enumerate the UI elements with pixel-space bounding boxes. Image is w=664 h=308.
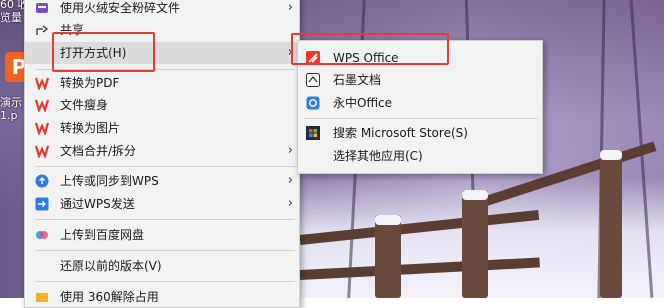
menu-item-label: 文件瘦身 bbox=[60, 98, 109, 112]
menu-item-label: 使用火绒安全粉碎文件 bbox=[60, 1, 181, 15]
menu-separator bbox=[304, 118, 538, 119]
menu-item-file-slim[interactable]: 文件瘦身 bbox=[25, 94, 299, 116]
menu-item-label: 通过WPS发送 bbox=[60, 197, 135, 211]
chevron-right-icon: › bbox=[287, 173, 293, 188]
fence-post bbox=[462, 190, 488, 298]
microsoft-store-icon bbox=[306, 126, 320, 140]
menu-separator bbox=[35, 250, 295, 251]
360-unlock-icon bbox=[35, 290, 49, 304]
shimo-docs-icon bbox=[306, 73, 320, 87]
menu-item-upload-sync-wps[interactable]: 上传或同步到WPS › bbox=[25, 170, 299, 192]
menu-item-label: 文档合并/拆分 bbox=[60, 144, 137, 158]
menu-item-label: 共享 bbox=[60, 23, 85, 37]
fence-post bbox=[600, 150, 622, 298]
menu-item-label: 转换为PDF bbox=[60, 76, 120, 90]
menu-item-send-via-wps[interactable]: 通过WPS发送 › bbox=[25, 193, 299, 215]
menu-item-label: 选择其他应用(C) bbox=[333, 149, 423, 163]
menu-item-label: WPS Office bbox=[333, 51, 399, 65]
menu-separator bbox=[35, 219, 295, 220]
menu-item-label: 打开方式(H) bbox=[60, 46, 127, 60]
menu-item-merge-split[interactable]: 文档合并/拆分 › bbox=[25, 140, 299, 162]
share-icon bbox=[35, 23, 49, 37]
menu-item-open-with[interactable]: 打开方式(H) › bbox=[25, 42, 299, 64]
menu-item-label: 永中Office bbox=[333, 96, 393, 110]
open-with-choose-other[interactable]: 选择其他应用(C) bbox=[298, 145, 542, 167]
cloud-upload-icon bbox=[35, 174, 49, 188]
menu-item-label: 还原以前的版本(V) bbox=[60, 259, 162, 273]
menu-item-restore-previous[interactable]: 还原以前的版本(V) bbox=[25, 255, 299, 277]
context-menu: 使用火绒安全粉碎文件 › 共享 打开方式(H) › 转换为PDF 文件瘦身 转换… bbox=[24, 0, 300, 308]
menu-item-label: 石墨文档 bbox=[333, 73, 382, 87]
wps-office-icon bbox=[306, 51, 320, 65]
menu-separator bbox=[35, 166, 295, 167]
wps-icon bbox=[35, 98, 49, 112]
fence-post bbox=[375, 215, 401, 298]
baidu-netdisk-icon bbox=[35, 228, 49, 242]
wps-icon bbox=[35, 76, 49, 90]
menu-item-upload-baidu[interactable]: 上传到百度网盘 bbox=[25, 224, 299, 246]
chevron-right-icon: › bbox=[287, 196, 293, 211]
chevron-right-icon: › bbox=[287, 45, 293, 60]
menu-item-label: 使用 360解除占用 bbox=[60, 290, 159, 304]
huorong-shred-icon bbox=[35, 1, 49, 15]
menu-item-label: 上传或同步到WPS bbox=[60, 174, 159, 188]
send-arrow-icon bbox=[35, 197, 49, 211]
desktop-icon-label: 60 收 览量 bbox=[0, 0, 29, 24]
desktop-icon-label: 演示 1.p bbox=[0, 96, 22, 122]
chevron-right-icon: › bbox=[287, 143, 293, 158]
open-with-submenu: WPS Office 石墨文档 永中Office 搜索 Microsoft St… bbox=[297, 40, 543, 174]
menu-item-convert-pdf[interactable]: 转换为PDF bbox=[25, 72, 299, 94]
menu-item-convert-image[interactable]: 转换为图片 bbox=[25, 117, 299, 139]
chevron-right-icon: › bbox=[287, 0, 293, 15]
open-with-yozo-office[interactable]: 永中Office bbox=[298, 92, 542, 114]
menu-separator bbox=[35, 69, 295, 70]
menu-item-label: 转换为图片 bbox=[60, 121, 121, 135]
menu-item-label: 搜索 Microsoft Store(S) bbox=[333, 126, 468, 140]
open-with-wps-office[interactable]: WPS Office bbox=[298, 47, 542, 69]
open-with-shimo[interactable]: 石墨文档 bbox=[298, 69, 542, 91]
menu-item-huorong-shred[interactable]: 使用火绒安全粉碎文件 › bbox=[25, 0, 299, 19]
menu-separator bbox=[35, 281, 295, 282]
wps-icon bbox=[35, 144, 49, 158]
menu-item-share[interactable]: 共享 bbox=[25, 19, 299, 41]
open-with-search-store[interactable]: 搜索 Microsoft Store(S) bbox=[298, 122, 542, 144]
yozo-office-icon bbox=[306, 96, 320, 110]
wps-icon bbox=[35, 121, 49, 135]
menu-item-label: 上传到百度网盘 bbox=[60, 228, 145, 242]
menu-item-360-unlock[interactable]: 使用 360解除占用 bbox=[25, 286, 299, 308]
